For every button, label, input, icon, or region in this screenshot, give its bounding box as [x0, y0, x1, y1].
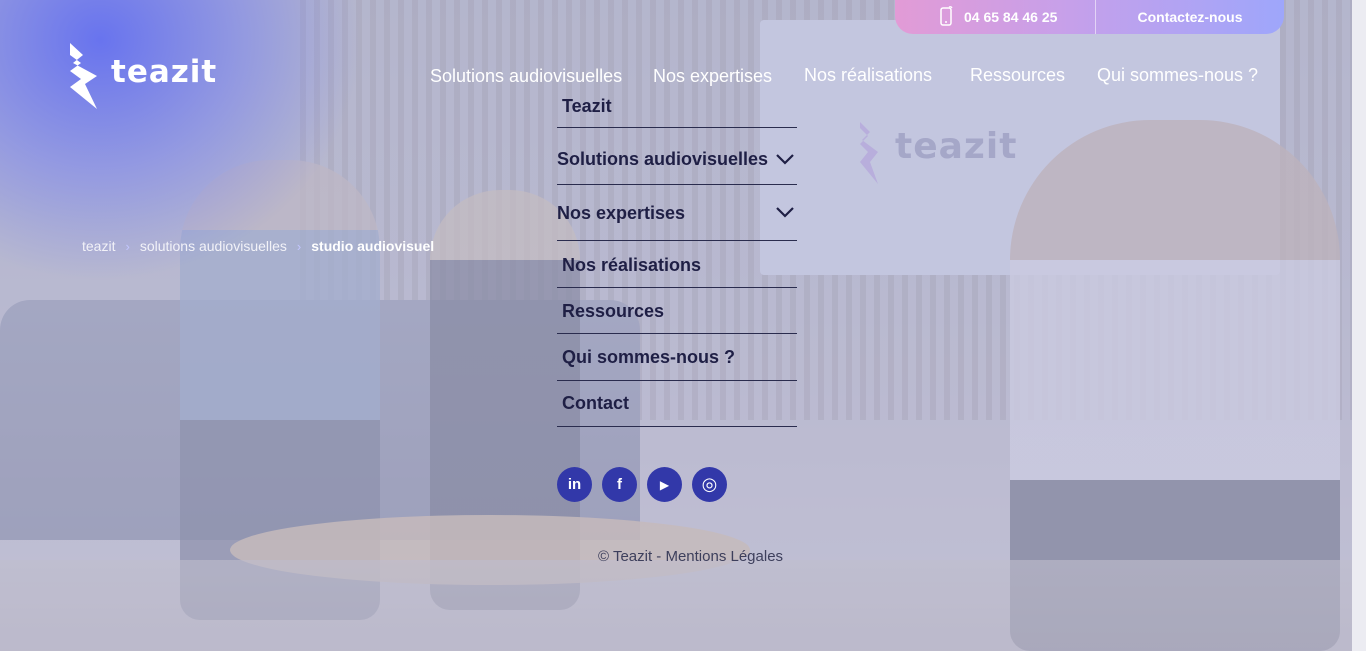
breadcrumb-parent[interactable]: solutions audiovisuelles	[140, 238, 287, 254]
overlay-menu: Teazit Solutions audiovisuelles Nos expe…	[557, 84, 797, 427]
breadcrumb-current: studio audiovisuel	[311, 238, 435, 254]
contact-button[interactable]: Contactez-nous	[1096, 0, 1284, 34]
social-links: in f ▶ ◎	[557, 467, 727, 502]
menu-item-label: Ressources	[562, 301, 665, 321]
menu-item-contact[interactable]: Contact	[557, 381, 797, 427]
nav-item-ressources[interactable]: Ressources	[970, 65, 1065, 86]
instagram-icon[interactable]: ◎	[692, 467, 727, 502]
top-contact-bar: 04 65 84 46 25 Contactez-nous	[895, 0, 1284, 34]
legal-link[interactable]: © Teazit - Mentions Légales	[598, 548, 783, 565]
menu-item-label: Teazit	[562, 96, 612, 116]
menu-item-realisations[interactable]: Nos réalisations	[557, 241, 797, 288]
breadcrumb-home[interactable]: teazit	[82, 238, 115, 254]
chevron-right-icon: ›	[125, 238, 130, 254]
phone-link[interactable]: 04 65 84 46 25	[895, 0, 1095, 34]
chevron-down-icon[interactable]	[775, 206, 795, 218]
menu-item-label: Qui sommes-nous ?	[562, 346, 736, 367]
menu-item-label: Nos réalisations	[562, 255, 702, 275]
menu-item-label: Solutions audiovisuelles	[557, 148, 769, 169]
menu-item-teazit[interactable]: Teazit	[557, 84, 797, 128]
phone-number: 04 65 84 46 25	[964, 9, 1058, 25]
chevron-down-icon[interactable]	[775, 153, 795, 165]
nav-item-qui-sommes-nous[interactable]: Qui sommes-nous ?	[1097, 65, 1258, 86]
youtube-icon[interactable]: ▶	[647, 467, 682, 502]
menu-item-solutions[interactable]: Solutions audiovisuelles	[557, 128, 797, 185]
menu-item-label: Contact	[562, 393, 629, 413]
phone-icon	[940, 6, 953, 26]
menu-item-qui-sommes-nous[interactable]: Qui sommes-nous ?	[557, 334, 797, 381]
linkedin-icon[interactable]: in	[557, 467, 592, 502]
breadcrumb: teazit › solutions audiovisuelles › stud…	[82, 238, 434, 254]
menu-item-label: Nos expertises	[557, 203, 686, 223]
menu-item-ressources[interactable]: Ressources	[557, 288, 797, 334]
chevron-right-icon: ›	[296, 238, 302, 254]
menu-item-expertises[interactable]: Nos expertises	[557, 185, 797, 241]
facebook-icon[interactable]: f	[602, 467, 637, 502]
nav-item-realisations[interactable]: Nos réalisations	[804, 65, 932, 86]
